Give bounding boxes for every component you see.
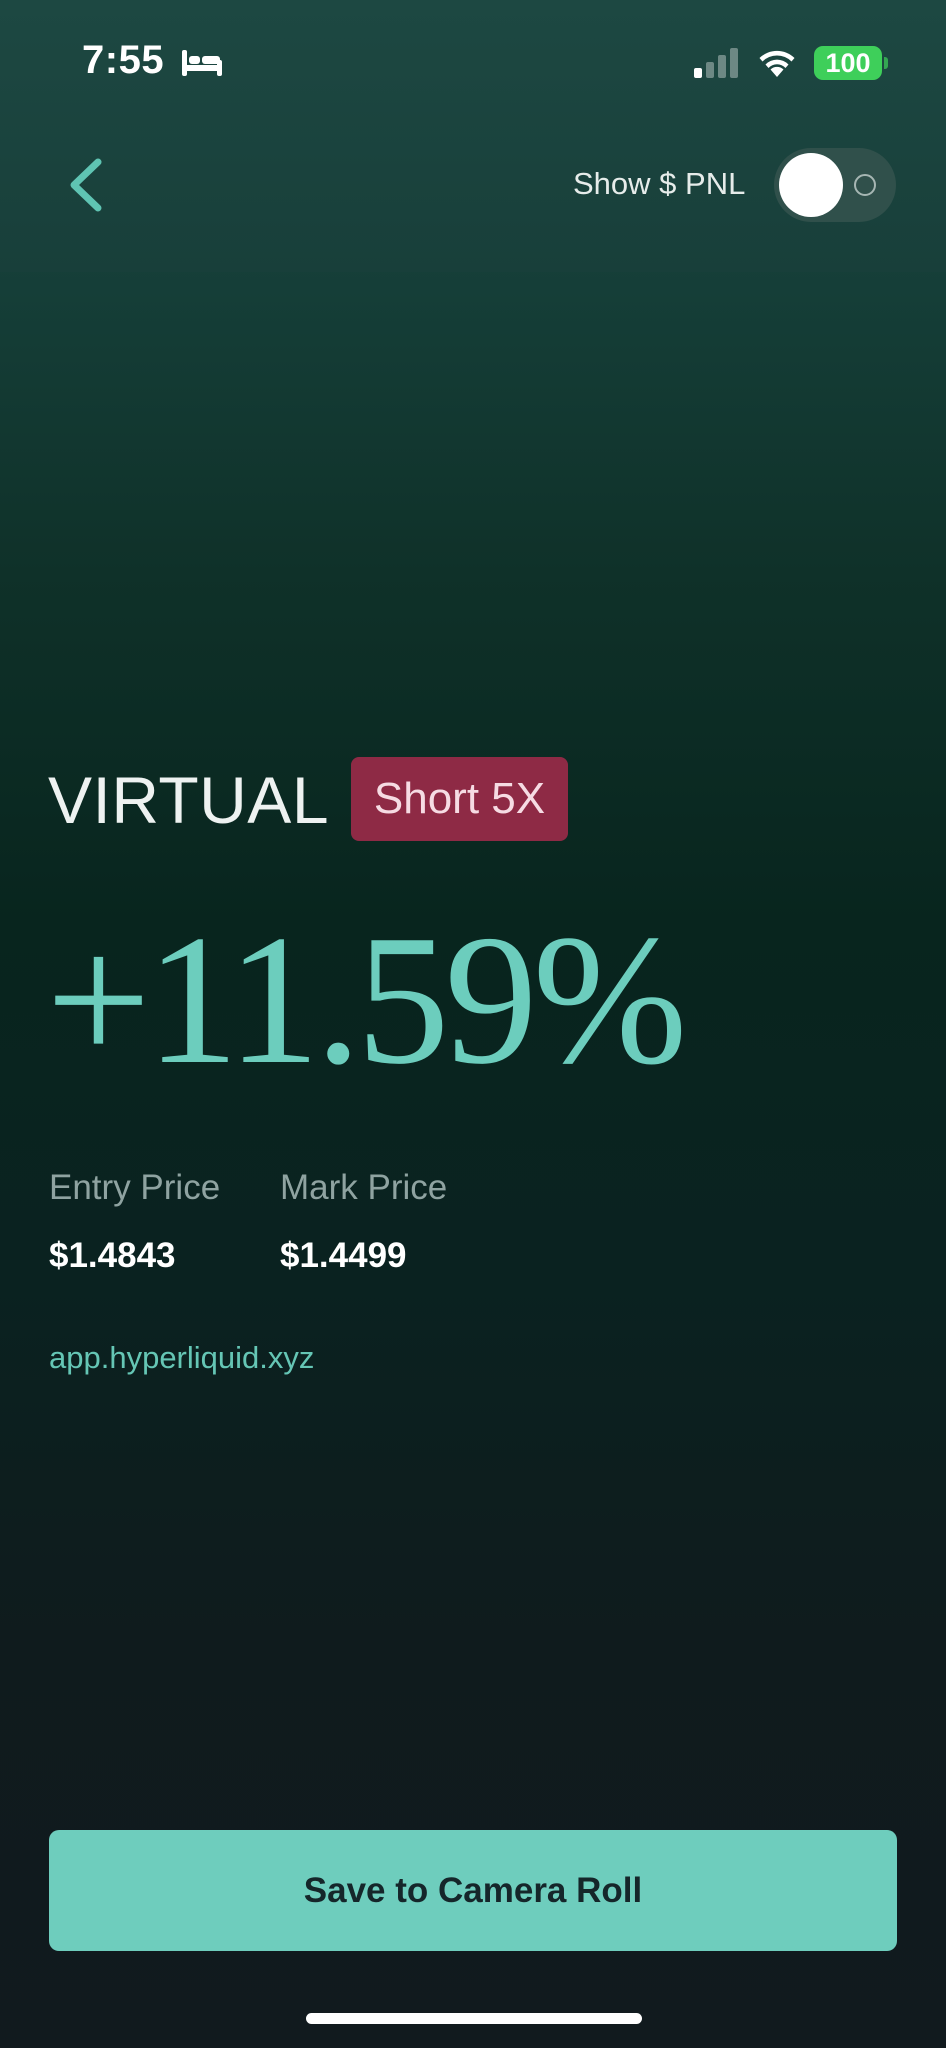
mark-price-value: $1.4499 (280, 1236, 407, 1275)
save-to-camera-roll-button[interactable]: Save to Camera Roll (49, 1830, 897, 1951)
chevron-left-icon (70, 158, 102, 212)
show-pnl-label: Show $ PNL (573, 166, 746, 201)
ticker-symbol: VIRTUAL (48, 763, 330, 837)
wifi-icon (759, 50, 795, 77)
status-time: 7:55 (82, 38, 165, 82)
position-side-badge: Short 5X (351, 757, 568, 841)
show-pnl-toggle[interactable] (774, 148, 896, 222)
entry-price-label: Entry Price (49, 1168, 221, 1207)
home-indicator[interactable] (306, 2013, 642, 2024)
pnl-percent: +11.59% (46, 897, 687, 1103)
cellular-signal-icon (694, 48, 738, 78)
toggle-knob (779, 153, 843, 217)
bed-icon (182, 50, 222, 76)
battery-icon: 100 (814, 46, 882, 80)
mark-price-label: Mark Price (280, 1168, 448, 1207)
referral-url: app.hyperliquid.xyz (49, 1340, 315, 1375)
entry-price-value: $1.4843 (49, 1236, 176, 1275)
toggle-off-icon (854, 174, 876, 196)
battery-tip (884, 57, 888, 69)
back-button[interactable] (60, 150, 120, 220)
